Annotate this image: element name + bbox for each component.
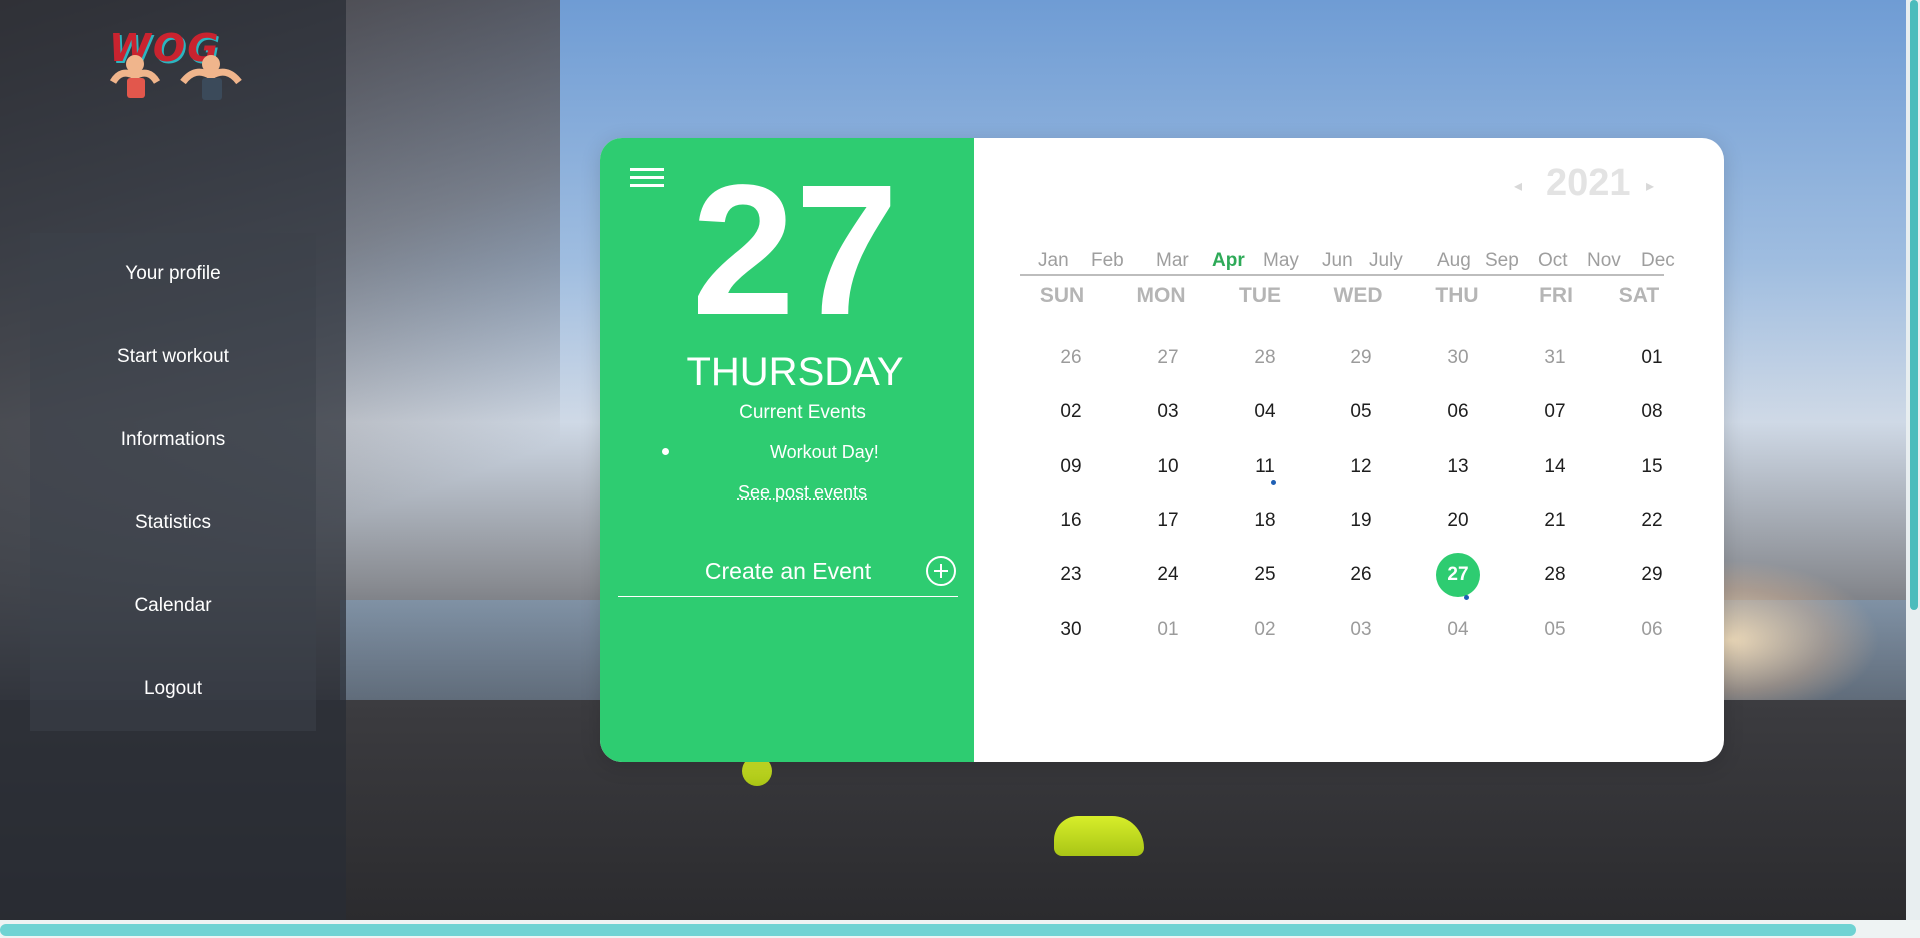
calendar-day[interactable]: 07	[1527, 392, 1583, 432]
current-events-heading: Current Events	[739, 402, 866, 423]
calendar-day[interactable]: 11	[1237, 447, 1293, 487]
calendar-day[interactable]: 30	[1043, 610, 1099, 650]
sidebar: WOG Your profile Start workout Informati…	[0, 0, 346, 920]
month-jan[interactable]: Jan	[1038, 250, 1069, 272]
calendar-day[interactable]: 10	[1140, 447, 1196, 487]
calendar-day[interactable]: 17	[1140, 501, 1196, 541]
calendar-day[interactable]: 31	[1527, 338, 1583, 378]
weekday-tue: TUE	[1239, 284, 1281, 307]
month-nov[interactable]: Nov	[1587, 250, 1621, 272]
bodybuilders-icon	[109, 55, 242, 100]
calendar-day[interactable]: 01	[1140, 610, 1196, 650]
calendar-day[interactable]: 16	[1043, 501, 1099, 541]
nav-menu: Your profile Start workout Informations …	[30, 233, 316, 731]
month-mar[interactable]: Mar	[1156, 250, 1189, 272]
year-label: 2021	[1546, 162, 1631, 204]
calendar-day[interactable]: 29	[1624, 555, 1680, 595]
month-aug[interactable]: Aug	[1437, 250, 1471, 272]
nav-item-calendar[interactable]: Calendar	[30, 595, 316, 617]
see-past-events-link[interactable]: See post events	[600, 482, 1005, 503]
nav-item-your-profile[interactable]: Your profile	[30, 263, 316, 285]
calendar-day[interactable]: 27	[1140, 338, 1196, 378]
year-selector: ◂ 2021 ▸	[1514, 162, 1674, 206]
calendar-day[interactable]: 13	[1430, 447, 1486, 487]
calendar-day[interactable]: 02	[1043, 392, 1099, 432]
month-apr[interactable]: Apr	[1212, 250, 1245, 272]
event-indicator-dot	[1464, 595, 1469, 600]
day-detail-panel: 27 THURSDAY Current Events Workout Day! …	[600, 138, 974, 762]
next-year-arrow-icon[interactable]: ▸	[1646, 176, 1654, 196]
weekday-wed: WED	[1333, 284, 1383, 307]
runner-shoe-image	[1054, 816, 1144, 856]
horizontal-scrollbar[interactable]	[0, 920, 1920, 938]
calendar-day[interactable]: 05	[1527, 610, 1583, 650]
calendar-day[interactable]: 03	[1333, 610, 1389, 650]
horizontal-scrollbar-thumb[interactable]	[0, 924, 1856, 936]
calendar-day[interactable]: 22	[1624, 501, 1680, 541]
month-july[interactable]: July	[1369, 250, 1403, 272]
weekday-thu: THU	[1435, 284, 1479, 307]
weekday-mon: MON	[1136, 284, 1186, 307]
event-bullet-icon	[662, 448, 669, 455]
month-may[interactable]: May	[1263, 250, 1299, 272]
month-dec[interactable]: Dec	[1641, 250, 1675, 272]
weekday-sat: SAT	[1618, 284, 1660, 307]
calendar-day[interactable]: 01	[1624, 338, 1680, 378]
event-indicator-dot	[1271, 480, 1276, 485]
calendar-card: 27 THURSDAY Current Events Workout Day! …	[600, 138, 1724, 762]
calendar-day[interactable]: 14	[1527, 447, 1583, 487]
selected-day-number: 27	[691, 147, 899, 354]
weekday-fri: FRI	[1539, 284, 1573, 307]
prev-year-arrow-icon[interactable]: ◂	[1514, 176, 1522, 196]
calendar-day[interactable]: 15	[1624, 447, 1680, 487]
event-item[interactable]: Workout Day!	[770, 442, 879, 463]
calendar-day[interactable]: 18	[1237, 501, 1293, 541]
logo[interactable]: WOG	[85, 22, 260, 110]
calendar-day[interactable]: 29	[1333, 338, 1389, 378]
calendar-day[interactable]: 28	[1527, 555, 1583, 595]
month-feb[interactable]: Feb	[1091, 250, 1124, 272]
plus-circle-icon[interactable]	[926, 556, 956, 586]
calendar-day[interactable]: 30	[1430, 338, 1486, 378]
calendar-day[interactable]: 04	[1430, 610, 1486, 650]
calendar-day[interactable]: 24	[1140, 555, 1196, 595]
calendar-day[interactable]: 03	[1140, 392, 1196, 432]
calendar-day[interactable]: 09	[1043, 447, 1099, 487]
calendar-day[interactable]: 20	[1430, 501, 1486, 541]
calendar-day[interactable]: 23	[1043, 555, 1099, 595]
month-selector: Jan Feb Mar Apr May Jun July Aug Sep Oct Nov Dec	[1020, 250, 1675, 276]
nav-item-statistics[interactable]: Statistics	[30, 512, 316, 534]
create-event-button[interactable]: Create an Event	[618, 556, 958, 597]
vertical-scrollbar-thumb[interactable]	[1910, 0, 1918, 610]
calendar-day[interactable]: 19	[1333, 501, 1389, 541]
calendar-day[interactable]: 06	[1430, 392, 1486, 432]
calendar-day[interactable]: 08	[1624, 392, 1680, 432]
month-oct[interactable]: Oct	[1538, 250, 1568, 272]
calendar-day[interactable]: 26	[1333, 555, 1389, 595]
calendar-day-selected[interactable]: 27	[1436, 553, 1480, 597]
calendar-day[interactable]: 25	[1237, 555, 1293, 595]
month-sep[interactable]: Sep	[1485, 250, 1519, 272]
calendar-day[interactable]: 12	[1333, 447, 1389, 487]
calendar-day[interactable]: 26	[1043, 338, 1099, 378]
nav-item-start-workout[interactable]: Start workout	[30, 346, 316, 368]
create-event-label: Create an Event	[704, 558, 872, 584]
calendar-day[interactable]: 04	[1237, 392, 1293, 432]
calendar-day[interactable]: 06	[1624, 610, 1680, 650]
calendar-day[interactable]: 02	[1237, 610, 1293, 650]
nav-item-logout[interactable]: Logout	[30, 678, 316, 700]
weekday-sun: SUN	[1039, 284, 1085, 307]
nav-item-informations[interactable]: Informations	[30, 429, 316, 451]
calendar-day[interactable]: 21	[1527, 501, 1583, 541]
calendar-day[interactable]: 05	[1333, 392, 1389, 432]
vertical-scrollbar[interactable]	[1906, 0, 1920, 920]
calendar-day[interactable]: 28	[1237, 338, 1293, 378]
selected-weekday: THURSDAY	[686, 350, 904, 394]
month-jun[interactable]: Jun	[1322, 250, 1353, 272]
